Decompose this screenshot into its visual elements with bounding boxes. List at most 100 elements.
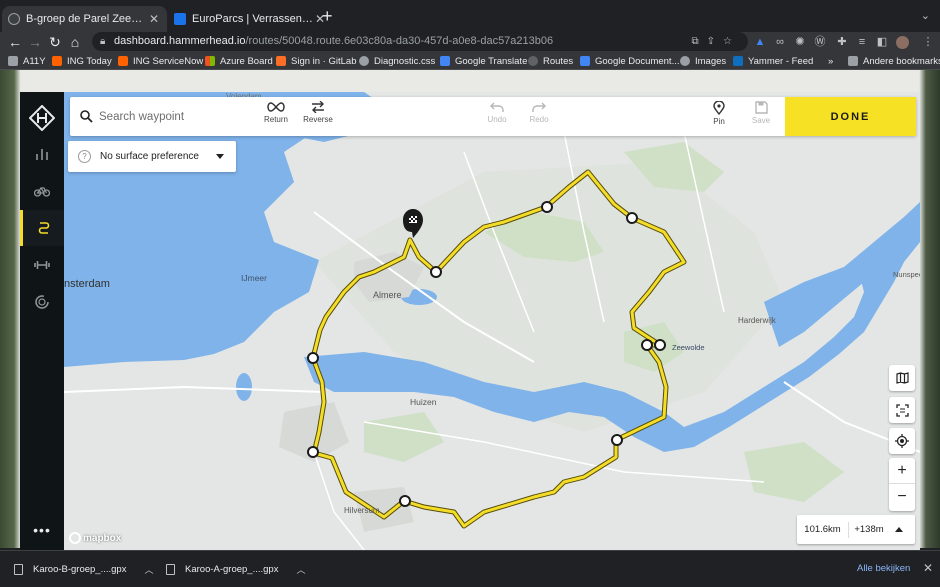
sidebar-item-progress[interactable] (20, 284, 64, 320)
route-distance: 101.6km (797, 521, 849, 538)
surface-preference-dropdown[interactable]: ? No surface preference (68, 141, 236, 172)
bookmark-label: Sign in · GitLab (291, 55, 357, 67)
sidebar-item-routes[interactable] (20, 210, 64, 246)
tab-active[interactable]: B-groep de Parel Zeewolde 10 ✕ (2, 6, 167, 32)
bookmark-ing-today[interactable]: ING Today (52, 53, 112, 69)
sidebar-logo[interactable] (20, 100, 64, 136)
bookmark-images[interactable]: Images (680, 53, 726, 69)
mapbox-attribution[interactable]: mapbox (69, 532, 121, 544)
search-icon (80, 110, 93, 123)
route-waypoint[interactable] (626, 212, 638, 224)
route-waypoint[interactable] (307, 446, 319, 458)
bookmark-google-document[interactable]: Google Document... (580, 53, 680, 69)
close-downloads-icon[interactable]: ✕ (923, 561, 933, 575)
download-filename: Karoo-B-groep_....gpx (33, 563, 127, 575)
bookmark-label: A11Y (23, 55, 46, 67)
tab-europarcs[interactable]: EuroParcs | Verrassende vakan ✕ (168, 6, 333, 32)
reload-icon[interactable]: ↻ (46, 33, 64, 51)
route-stats-panel[interactable]: 101.6km +138m (797, 515, 915, 544)
downloads-see-all-link[interactable]: Alle bekijken (857, 563, 910, 574)
side-panel-icon[interactable]: ◧ (874, 34, 890, 50)
sidebar-item-activities[interactable] (20, 173, 64, 209)
profile-avatar[interactable] (896, 36, 909, 49)
bookmark-a11y[interactable]: A11Y (8, 53, 46, 69)
ing-icon (52, 56, 62, 66)
route-waypoint[interactable] (307, 352, 319, 364)
microsoft-icon (205, 56, 215, 66)
zoom-in-icon[interactable]: + (889, 458, 915, 484)
download-item[interactable]: Karoo-A-groep_....gpx ︿ (166, 561, 306, 577)
home-icon[interactable]: ⌂ (66, 33, 84, 51)
return-button[interactable]: Return (254, 101, 298, 133)
chevron-up-icon[interactable]: ︿ (296, 563, 305, 576)
file-icon (14, 563, 23, 575)
redo-button[interactable]: Redo (517, 101, 561, 133)
help-question-icon[interactable]: ? (78, 150, 91, 163)
undo-button[interactable]: Undo (475, 101, 519, 133)
gitlab-icon (276, 56, 286, 66)
search-waypoint-input[interactable] (99, 107, 249, 127)
surface-preference-value: No surface preference (100, 151, 199, 162)
fit-route-button[interactable] (889, 397, 915, 423)
downloads-bar: Karoo-B-groep_....gpx ︿ Karoo-A-groep_..… (0, 550, 940, 587)
sidebar-more-icon[interactable]: ••• (20, 512, 64, 548)
bookmarks-overflow-icon[interactable]: » (828, 53, 833, 69)
forward-icon[interactable]: → (26, 33, 44, 51)
route-waypoint[interactable] (399, 495, 411, 507)
docs-icon (580, 56, 590, 66)
extension-gear-icon[interactable]: ✺ (792, 34, 808, 50)
globe-icon (680, 56, 690, 66)
map-style-button[interactable] (889, 365, 915, 391)
zoom-controls: + − (889, 458, 915, 511)
bookmark-label: Andere bookmarks (863, 55, 940, 67)
bookmark-google-translate[interactable]: Google Translate (440, 53, 527, 69)
pin-label: Pin (713, 117, 725, 126)
save-button[interactable]: Save (739, 101, 783, 133)
bookmarks-bar: A11Y ING Today ING ServiceNow Azure Boar… (0, 53, 940, 70)
route-waypoint[interactable] (430, 266, 442, 278)
chevron-up-icon[interactable]: ︿ (144, 563, 153, 576)
new-tab-icon[interactable]: + (322, 7, 333, 25)
bookmark-label: ING ServiceNow (133, 55, 204, 67)
done-button[interactable]: DONE (785, 97, 916, 136)
address-bar[interactable]: 🔒︎ dashboard.hammerhead.io/routes/50048.… (92, 32, 748, 51)
tab-close-icon[interactable]: ✕ (147, 12, 161, 26)
bookmark-gitlab[interactable]: Sign in · GitLab (276, 53, 356, 69)
media-controls-icon[interactable]: ≡ (854, 34, 870, 50)
label-harderwijk: Harderwijk (738, 316, 776, 325)
download-filename: Karoo-A-groep_....gpx (185, 563, 279, 575)
bookmark-diagnostic-css[interactable]: Diagnostic.css (359, 53, 435, 69)
bookmark-label: Images (695, 55, 727, 67)
bar-chart-icon (36, 149, 48, 160)
bookmark-yammer[interactable]: Yammer - Feed (733, 53, 813, 69)
sidebar-item-analytics[interactable] (20, 136, 64, 172)
bookmark-routes[interactable]: Routes (528, 53, 573, 69)
chrome-menu-icon[interactable]: ⋮ (920, 34, 936, 50)
route-waypoint[interactable] (541, 201, 553, 213)
bookmark-azure-board[interactable]: Azure Board (205, 53, 273, 69)
bookmark-label: ING Today (67, 55, 112, 67)
locate-me-button[interactable] (889, 428, 915, 454)
extension-glasses-icon[interactable]: ∞ (772, 34, 788, 50)
extension-wordpress-icon[interactable]: Ⓦ (812, 34, 828, 50)
tab-search-chevron-icon[interactable]: ⌄ (921, 9, 930, 22)
sidebar-item-workouts[interactable] (20, 247, 64, 283)
extension-triangle-icon[interactable]: ▲ (752, 34, 768, 50)
zoom-out-icon[interactable]: − (889, 484, 915, 510)
file-icon (166, 563, 175, 575)
download-item[interactable]: Karoo-B-groep_....gpx ︿ (14, 561, 154, 577)
label-ijmeer: IJmeer (241, 273, 267, 283)
redo-icon (532, 102, 546, 112)
bookmark-ing-servicenow[interactable]: ING ServiceNow (118, 53, 203, 69)
expand-up-caret-icon[interactable] (895, 527, 903, 532)
bookmark-label: Routes (543, 55, 574, 67)
pin-button[interactable]: Pin (697, 101, 741, 133)
route-waypoint[interactable] (641, 339, 653, 351)
extensions-puzzle-icon[interactable]: ✚ (834, 34, 850, 50)
route-waypoint[interactable] (611, 434, 623, 446)
back-icon[interactable]: ← (6, 33, 24, 51)
route-waypoint[interactable] (654, 339, 666, 351)
bookmark-other-bookmarks[interactable]: Andere bookmarks (848, 53, 940, 69)
omnibox-action-icons[interactable]: ⧉⇪☆ (692, 32, 740, 51)
reverse-button[interactable]: Reverse (296, 101, 340, 133)
